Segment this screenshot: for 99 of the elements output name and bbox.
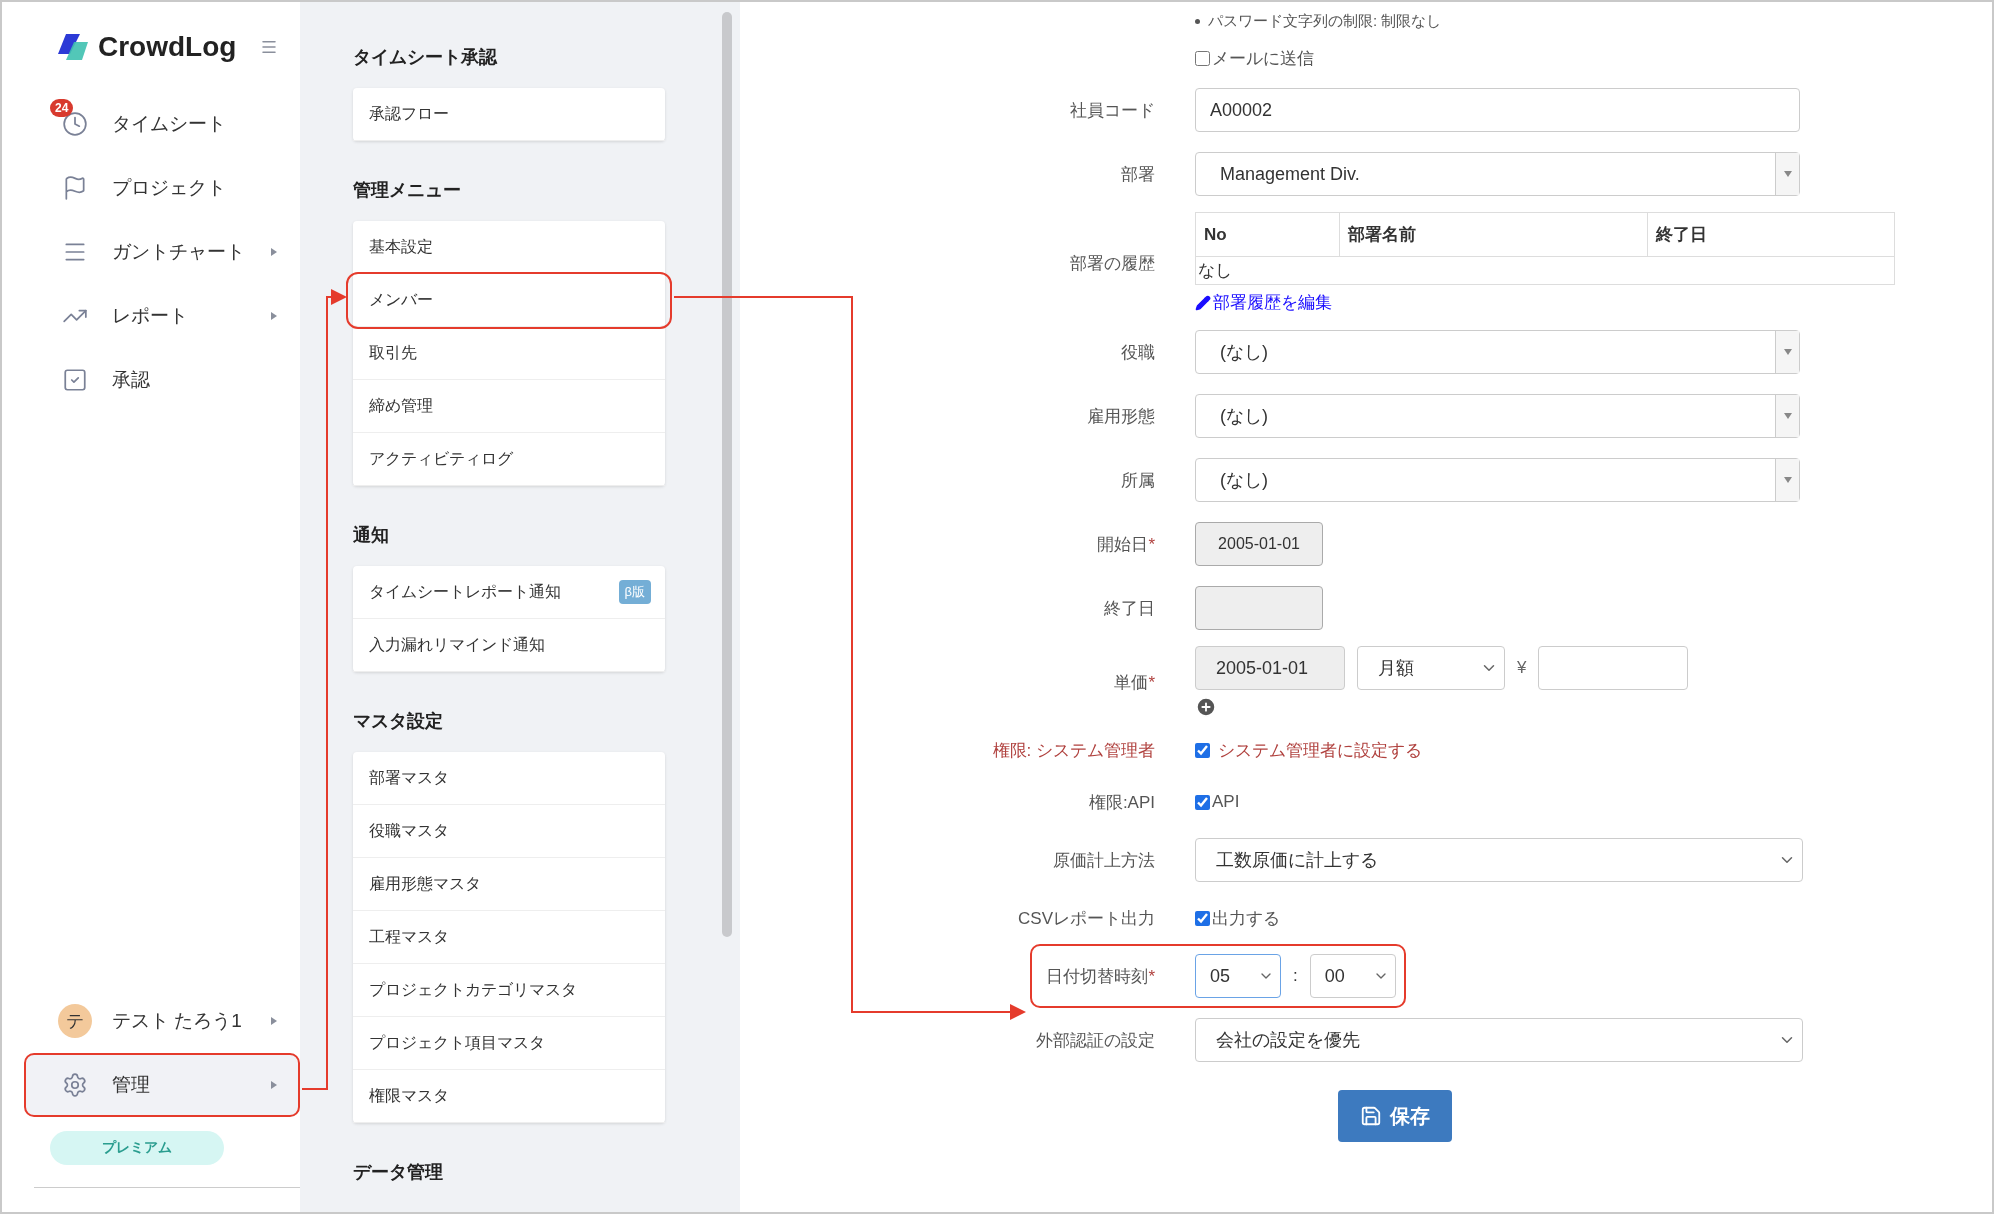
field-label: 社員コード — [1069, 99, 1155, 122]
menu-item[interactable]: プロジェクト項目マスタ — [353, 1017, 665, 1070]
menu-item[interactable]: 雇用形態マスタ — [353, 858, 665, 911]
menu-item[interactable]: メンバー — [348, 274, 670, 327]
select-field[interactable]: 工数原価に計上する — [1195, 838, 1803, 882]
column-header: 終了日 — [1647, 212, 1895, 257]
section-title: 管理メニュー — [353, 179, 462, 202]
menu-item[interactable]: タイムシートレポート通知 β版 — [353, 566, 665, 619]
select-field[interactable]: Management Div. — [1195, 152, 1800, 196]
flag-icon — [62, 175, 88, 201]
section-title: データ管理 — [353, 1161, 444, 1184]
nav-label: 管理 — [112, 1073, 151, 1097]
section-title: タイムシート承認 — [353, 46, 499, 69]
nav-item[interactable]: プロジェクト — [2, 156, 300, 220]
currency-symbol: ¥ — [1517, 658, 1527, 678]
nav-item[interactable]: 24 タイムシート — [2, 92, 300, 156]
password-note: パスワード文字列の制限: 制限なし — [1195, 11, 1442, 31]
menu-item[interactable]: アクティビティログ — [353, 433, 665, 486]
checkbox[interactable] — [1195, 910, 1210, 926]
nav-label: 承認 — [112, 368, 151, 392]
text-field[interactable]: A00002 — [1195, 88, 1800, 132]
field-label: 部署の履歴 — [1069, 252, 1155, 275]
checkbox[interactable] — [1195, 794, 1210, 810]
scrollbar[interactable] — [722, 12, 732, 937]
menu-item[interactable]: 役職マスタ — [353, 805, 665, 858]
nav-label: プロジェクト — [112, 176, 227, 200]
checkbox-option[interactable]: 出力する — [1195, 906, 1280, 930]
section-title: マスタ設定 — [353, 710, 444, 733]
menu-item[interactable]: 締め管理 — [353, 380, 665, 433]
hour-select[interactable]: 05 — [1195, 954, 1281, 998]
caret-icon — [1783, 349, 1792, 355]
menu-icon[interactable] — [260, 38, 278, 56]
field-label: 雇用形態 — [1086, 405, 1155, 428]
column-header: No — [1195, 212, 1340, 257]
beta-badge: β版 — [618, 580, 651, 604]
menu-item[interactable]: 権限マスタ — [353, 1070, 665, 1123]
minute-select[interactable]: 00 — [1309, 954, 1396, 998]
amount-field[interactable] — [1538, 646, 1689, 690]
menu-item[interactable]: 取引先 — [353, 327, 665, 380]
section-title: 通知 — [353, 524, 390, 547]
field-label: 役職 — [1120, 341, 1155, 364]
field-label: CSVレポート出力 — [1017, 907, 1155, 930]
save-button[interactable]: 保存 — [1338, 1090, 1452, 1142]
checkbox-option[interactable]: API — [1195, 792, 1240, 812]
nav-label: タイムシート — [112, 112, 227, 136]
field-label: 開始日* — [1096, 533, 1155, 556]
nav-label: ガントチャート — [112, 240, 246, 264]
menu-item[interactable]: 工程マスタ — [353, 911, 665, 964]
checkbox-option[interactable]: メールに送信 — [1195, 46, 1314, 70]
field-label: 日付切替時刻* — [1045, 965, 1155, 988]
checkbox[interactable] — [1195, 742, 1210, 758]
date-field[interactable]: 2005-01-01 — [1195, 646, 1345, 690]
select-field[interactable]: (なし) — [1195, 394, 1800, 438]
plan-badge: プレミアム — [50, 1131, 224, 1165]
nav-item[interactable]: ガントチャート — [2, 220, 300, 284]
menu-item[interactable]: 入力漏れリマインド通知 — [353, 619, 665, 672]
field-label: 所属 — [1120, 469, 1155, 492]
save-icon — [1360, 1105, 1382, 1127]
select-field[interactable]: 会社の設定を優先 — [1195, 1018, 1803, 1062]
user-name: テスト たろう1 — [112, 1009, 243, 1033]
time-separator: : — [1293, 966, 1298, 986]
field-label: 部署 — [1120, 163, 1155, 186]
select-field[interactable]: 月額 — [1357, 646, 1505, 690]
field-label: 終了日 — [1103, 597, 1155, 620]
nav-item[interactable]: 承認 — [2, 348, 300, 412]
caret-icon — [1783, 171, 1792, 177]
nav-item[interactable]: レポート — [2, 284, 300, 348]
nav-label: レポート — [112, 304, 189, 328]
logo-icon — [58, 34, 88, 60]
gear-icon — [62, 1072, 88, 1098]
caret-icon — [1783, 477, 1792, 483]
field-label: 原価計上方法 — [1052, 849, 1155, 872]
select-field[interactable]: (なし) — [1195, 458, 1800, 502]
admin-nav-item[interactable]: 管理 — [24, 1053, 300, 1117]
column-header: 部署名前 — [1339, 212, 1648, 257]
notification-badge: 24 — [50, 99, 74, 117]
select-field[interactable]: (なし) — [1195, 330, 1800, 374]
menu-item[interactable]: 部署マスタ — [353, 752, 665, 805]
user-item[interactable]: テ テスト たろう1 — [2, 989, 300, 1053]
checkbox[interactable] — [1195, 50, 1210, 66]
clock-icon — [62, 111, 88, 137]
field-label: 外部認証の設定 — [1035, 1029, 1155, 1052]
menu-item[interactable]: 基本設定 — [353, 221, 665, 274]
avatar: テ — [58, 1004, 92, 1038]
menu-item[interactable]: 承認フロー — [353, 88, 665, 141]
edit-link[interactable]: 部署履歴を編集 — [1195, 291, 1992, 314]
table-cell: なし — [1195, 256, 1895, 285]
field-label: 権限:API — [1087, 791, 1155, 814]
checkbox-icon — [62, 367, 88, 393]
date-field[interactable] — [1195, 586, 1323, 630]
field-label: 単価* — [1113, 671, 1155, 694]
add-icon[interactable] — [1195, 696, 1217, 718]
field-label: 権限: システム管理者 — [991, 739, 1155, 762]
menu-item[interactable]: プロジェクトカテゴリマスタ — [353, 964, 665, 1017]
pencil-icon — [1195, 294, 1211, 311]
checkbox-option[interactable]: システム管理者に設定する — [1195, 738, 1422, 762]
date-field[interactable]: 2005-01-01 — [1195, 522, 1323, 566]
caret-icon — [1783, 413, 1792, 419]
logo-text: CrowdLog — [98, 31, 238, 63]
